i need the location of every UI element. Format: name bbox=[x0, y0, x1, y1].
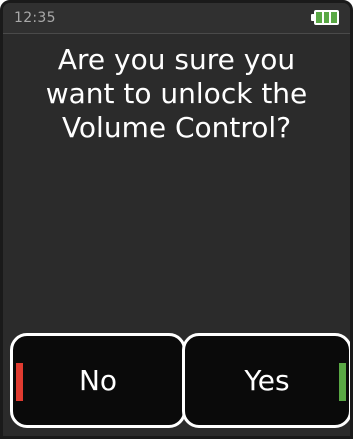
device-screen: 12:35 Are you sure you want to unlock th… bbox=[0, 0, 353, 439]
yes-button-label: Yes bbox=[244, 364, 290, 397]
battery-icon bbox=[311, 10, 341, 25]
battery-cell bbox=[331, 12, 338, 23]
battery-cell bbox=[323, 12, 330, 23]
status-time: 12:35 bbox=[14, 10, 56, 26]
no-button-label: No bbox=[78, 364, 118, 397]
yes-accent-bar bbox=[339, 363, 346, 401]
no-button[interactable]: No bbox=[10, 333, 186, 428]
confirmation-message: Are you sure you want to unlock the Volu… bbox=[45, 43, 308, 144]
yes-button[interactable]: Yes bbox=[182, 333, 350, 428]
battery-cell bbox=[316, 12, 322, 23]
no-accent-bar bbox=[16, 363, 23, 401]
battery-body bbox=[314, 10, 339, 25]
status-bar: 12:35 bbox=[3, 3, 350, 34]
